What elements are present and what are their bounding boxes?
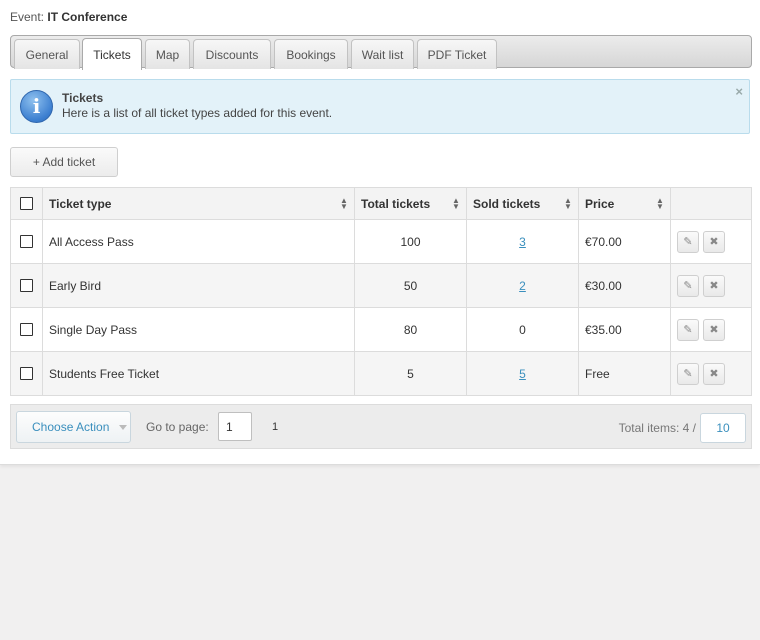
column-header-label: Sold tickets	[473, 196, 541, 211]
main-panel: Event: IT Conference General Tickets Map…	[0, 0, 760, 465]
pagination-bar: Choose Action Go to page: 1 Total items:…	[10, 404, 752, 449]
total-tickets-cell: 5	[354, 352, 466, 395]
delete-button[interactable]: ✖	[703, 318, 725, 341]
column-header-label: Price	[585, 196, 615, 211]
pencil-icon: ✎	[683, 280, 693, 292]
tab-discounts[interactable]: Discounts	[193, 39, 271, 69]
price-cell: €30.00	[578, 264, 670, 307]
tab-general[interactable]: General	[14, 39, 80, 69]
ticket-type-cell: Students Free Ticket	[42, 352, 354, 395]
pencil-icon: ✎	[683, 236, 693, 248]
pencil-icon: ✎	[683, 324, 693, 336]
row-select-cell	[11, 352, 42, 395]
total-tickets-cell: 100	[354, 220, 466, 263]
price-cell: €70.00	[578, 220, 670, 263]
sort-icon[interactable]: ▲ ▼	[452, 196, 460, 210]
sold-tickets-cell: 5	[466, 352, 578, 395]
edit-button[interactable]: ✎	[677, 318, 699, 341]
total-items-label: Total items: 4 /	[618, 421, 696, 435]
column-header-label: Total tickets	[361, 196, 431, 211]
delete-button[interactable]: ✖	[703, 362, 725, 385]
add-ticket-label: + Add ticket	[32, 155, 96, 169]
select-all-checkbox[interactable]	[20, 197, 33, 210]
event-header: Event: IT Conference	[10, 10, 127, 24]
row-checkbox[interactable]	[20, 367, 33, 380]
close-icon: ✖	[709, 324, 719, 336]
edit-button[interactable]: ✎	[677, 362, 699, 385]
row-actions-cell: ✎ ✖	[670, 352, 752, 395]
sold-tickets-value: 0	[519, 322, 526, 337]
row-actions-cell: ✎ ✖	[670, 220, 752, 263]
sold-tickets-link[interactable]: 2	[519, 279, 526, 293]
column-header-total-tickets[interactable]: Total tickets ▲ ▼	[354, 188, 466, 219]
tickets-table: Ticket type ▲ ▼ Total tickets ▲ ▼ Sold tic…	[10, 187, 752, 396]
items-per-page-select[interactable]: 10	[700, 413, 746, 443]
tab-wait-list[interactable]: Wait list	[351, 39, 414, 69]
column-header-price[interactable]: Price ▲ ▼	[578, 188, 670, 219]
column-header-label: Ticket type	[49, 196, 112, 211]
column-header-sold-tickets[interactable]: Sold tickets ▲ ▼	[466, 188, 578, 219]
sold-tickets-cell: 2	[466, 264, 578, 307]
table-row: All Access Pass 100 3 €70.00 ✎ ✖	[11, 219, 751, 263]
info-title: Tickets	[62, 91, 104, 105]
ticket-type-cell: Early Bird	[42, 264, 354, 307]
close-icon: ✖	[709, 280, 719, 292]
ticket-type-cell: All Access Pass	[42, 220, 354, 263]
sort-icon[interactable]: ▲ ▼	[564, 196, 572, 210]
ticket-type-cell: Single Day Pass	[42, 308, 354, 351]
row-checkbox[interactable]	[20, 279, 33, 292]
tab-map[interactable]: Map	[145, 39, 190, 69]
page-link[interactable]: 1	[272, 421, 278, 433]
row-select-cell	[11, 264, 42, 307]
caret-down-icon	[119, 425, 127, 430]
total-tickets-cell: 80	[354, 308, 466, 351]
add-ticket-button[interactable]: + Add ticket	[10, 147, 118, 177]
table-row: Early Bird 50 2 €30.00 ✎ ✖	[11, 263, 751, 307]
event-label: Event:	[10, 10, 45, 24]
select-all-cell	[11, 188, 42, 219]
tab-tickets[interactable]: Tickets	[82, 38, 142, 70]
row-actions-cell: ✎ ✖	[670, 264, 752, 307]
close-icon: ✖	[709, 368, 719, 380]
total-tickets-cell: 50	[354, 264, 466, 307]
table-header-row: Ticket type ▲ ▼ Total tickets ▲ ▼ Sold tic…	[11, 188, 751, 219]
sold-tickets-cell: 3	[466, 220, 578, 263]
sold-tickets-link[interactable]: 3	[519, 235, 526, 249]
sold-tickets-cell: 0	[466, 308, 578, 351]
tab-pdf-ticket[interactable]: PDF Ticket	[417, 39, 497, 69]
pencil-icon: ✎	[683, 368, 693, 380]
column-header-actions	[670, 188, 752, 219]
sort-icon[interactable]: ▲ ▼	[656, 196, 664, 210]
row-select-cell	[11, 220, 42, 263]
row-checkbox[interactable]	[20, 235, 33, 248]
edit-button[interactable]: ✎	[677, 230, 699, 253]
info-icon: i	[20, 90, 53, 123]
event-name: IT Conference	[47, 10, 128, 24]
info-message: i Tickets Here is a list of all ticket t…	[10, 79, 750, 134]
tab-bar: General Tickets Map Discounts Bookings W…	[10, 35, 752, 70]
table-row: Students Free Ticket 5 5 Free ✎ ✖	[11, 351, 751, 395]
sort-icon[interactable]: ▲ ▼	[340, 196, 348, 210]
row-select-cell	[11, 308, 42, 351]
close-icon: ✖	[709, 236, 719, 248]
goto-page-input[interactable]	[218, 412, 252, 441]
delete-button[interactable]: ✖	[703, 230, 725, 253]
tab-bookings[interactable]: Bookings	[274, 39, 348, 69]
price-cell: Free	[578, 352, 670, 395]
choose-action-label: Choose Action	[32, 420, 110, 434]
info-text: Here is a list of all ticket types added…	[62, 106, 333, 120]
column-header-ticket-type[interactable]: Ticket type ▲ ▼	[42, 188, 354, 219]
row-actions-cell: ✎ ✖	[670, 308, 752, 351]
sold-tickets-link[interactable]: 5	[519, 367, 526, 381]
edit-button[interactable]: ✎	[677, 274, 699, 297]
close-icon[interactable]: ×	[735, 84, 743, 99]
delete-button[interactable]: ✖	[703, 274, 725, 297]
goto-page-label: Go to page:	[146, 420, 209, 434]
choose-action-dropdown[interactable]: Choose Action	[16, 411, 131, 443]
table-row: Single Day Pass 80 0 €35.00 ✎ ✖	[11, 307, 751, 351]
row-checkbox[interactable]	[20, 323, 33, 336]
price-cell: €35.00	[578, 308, 670, 351]
